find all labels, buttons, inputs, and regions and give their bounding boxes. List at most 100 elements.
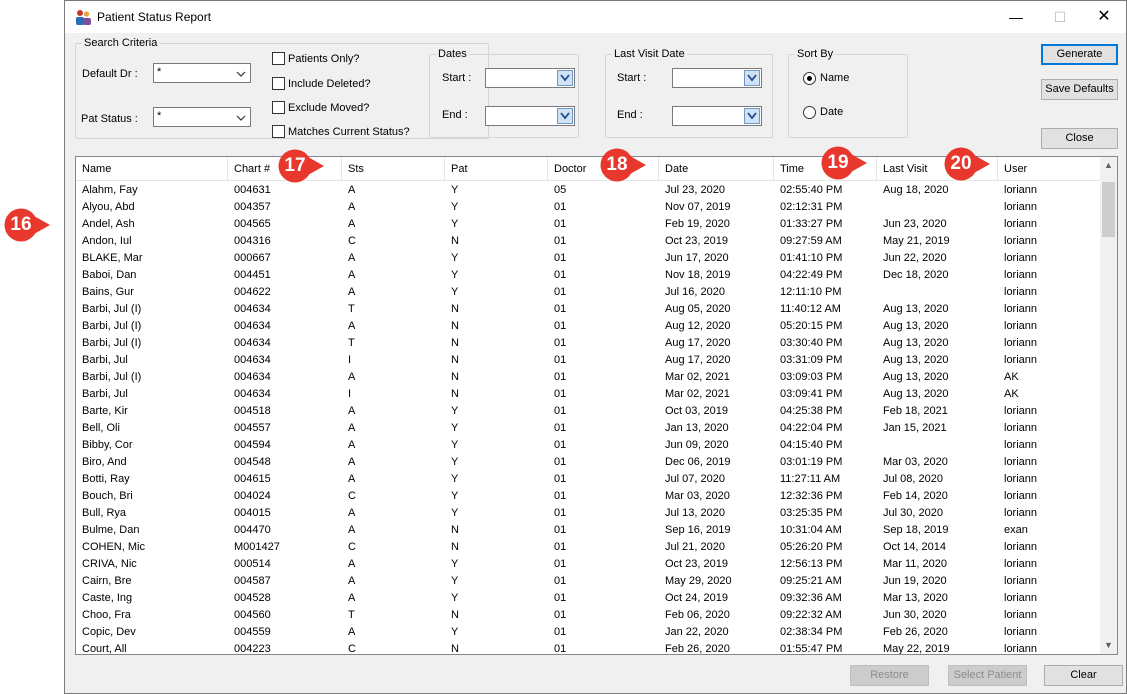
exclude-moved-checkbox[interactable] [272, 101, 285, 114]
callout-number: 19 [827, 152, 849, 173]
scrollbar-thumb[interactable] [1102, 182, 1115, 237]
table-row[interactable]: Copic, Dev 004559 A Y 01 Jan 22, 2020 02:38:34… [76, 624, 1102, 641]
table-row[interactable]: Court, All 004223 C N 01 Feb 26, 2020 01:55:47… [76, 641, 1102, 655]
cell-time: 04:25:38 PM [780, 405, 843, 417]
table-row[interactable]: Andon, Iul 004316 C N 01 Oct 23, 2019 09:27:59… [76, 233, 1102, 250]
cell-user: loriann [1004, 626, 1038, 638]
dates-group: Dates Start : End : [429, 48, 579, 138]
cell-pat: N [451, 337, 459, 349]
table-row[interactable]: Barbi, Jul (I) 004634 T N 01 Aug 17, 2020 03:3… [76, 335, 1102, 352]
table-row[interactable]: Barbi, Jul (I) 004634 A N 01 Aug 12, 2020 05:2… [76, 318, 1102, 335]
clear-button[interactable]: Clear [1044, 665, 1123, 686]
scroll-up-icon[interactable]: ▲ [1100, 157, 1117, 174]
table-row[interactable]: Bulme, Dan 004470 A N 01 Sep 16, 2019 10:31:04… [76, 522, 1102, 539]
last-visit-end-dropdown-button[interactable] [744, 108, 760, 124]
cell-chart: 004223 [234, 643, 271, 655]
table-row[interactable]: Caste, Ing 004528 A Y 01 Oct 24, 2019 09:32:36… [76, 590, 1102, 607]
cell-chart: 004634 [234, 303, 271, 315]
last-visit-group: Last Visit Date Start : End : [605, 48, 773, 138]
cell-user: loriann [1004, 354, 1038, 366]
cell-time: 05:20:15 PM [780, 320, 843, 332]
close-window-button[interactable]: ✕ [1082, 1, 1126, 33]
select-patient-button[interactable]: Select Patient [948, 665, 1027, 686]
restore-button[interactable]: Restore [850, 665, 929, 686]
default-dr-combo[interactable]: * [153, 63, 251, 83]
table-row[interactable]: BLAKE, Mar 000667 A Y 01 Jun 17, 2020 01:41:10… [76, 250, 1102, 267]
table-row[interactable]: Bains, Gur 004622 A Y 01 Jul 16, 2020 12:11:10… [76, 284, 1102, 301]
cell-chart: 004557 [234, 422, 271, 434]
cell-time: 01:55:47 PM [780, 643, 843, 655]
generate-button[interactable]: Generate [1041, 44, 1118, 65]
dates-end-dropdown-button[interactable] [557, 108, 573, 124]
column-header-pat[interactable]: Pat [445, 157, 548, 181]
cell-date: Nov 18, 2019 [665, 269, 731, 281]
sort-by-legend: Sort By [795, 48, 836, 60]
patients-only-checkbox[interactable] [272, 52, 285, 65]
dates-end-picker[interactable] [485, 106, 575, 126]
table-row[interactable]: Bibby, Cor 004594 A Y 01 Jun 09, 2020 04:15:40… [76, 437, 1102, 454]
cell-chart: 004528 [234, 592, 271, 604]
cell-sts: A [348, 456, 356, 468]
table-row[interactable]: Biro, And 004548 A Y 01 Dec 06, 2019 03:01:19 … [76, 454, 1102, 471]
save-defaults-button[interactable]: Save Defaults [1041, 79, 1118, 100]
column-header-date[interactable]: Date [659, 157, 774, 181]
table-row[interactable]: Andel, Ash 004565 A Y 01 Feb 19, 2020 01:33:27… [76, 216, 1102, 233]
table-row[interactable]: Botti, Ray 004615 A Y 01 Jul 07, 2020 11:27:11… [76, 471, 1102, 488]
table-row[interactable]: Barbi, Jul 004634 I N 01 Mar 02, 2021 03:09:41… [76, 386, 1102, 403]
table-row[interactable]: Barbi, Jul 004634 I N 01 Aug 17, 2020 03:31:09… [76, 352, 1102, 369]
last-visit-start-picker[interactable] [672, 68, 762, 88]
cell-user: loriann [1004, 405, 1038, 417]
matches-current-status-checkbox[interactable] [272, 125, 285, 138]
cell-user: loriann [1004, 575, 1038, 587]
table-row[interactable]: Barte, Kir 004518 A Y 01 Oct 03, 2019 04:25:38… [76, 403, 1102, 420]
minimize-button[interactable]: — [994, 1, 1038, 33]
chevron-down-icon [236, 71, 246, 77]
cell-user: loriann [1004, 303, 1038, 315]
cell-sts: T [348, 337, 355, 349]
table-row[interactable]: Barbi, Jul (I) 004634 T N 01 Aug 05, 2020 11:4… [76, 301, 1102, 318]
grid-rows: Alahm, Fay 004631 A Y 05 Jul 23, 2020 02:55:40… [76, 182, 1102, 655]
cell-last-visit: Jun 19, 2020 [883, 575, 947, 587]
column-header-name[interactable]: Name [76, 157, 228, 181]
cell-pat: Y [451, 286, 459, 298]
include-deleted-label: Include Deleted? [288, 78, 371, 90]
last-visit-start-dropdown-button[interactable] [744, 70, 760, 86]
cell-user: loriann [1004, 184, 1038, 196]
vertical-scrollbar[interactable]: ▲ ▼ [1100, 157, 1117, 654]
table-row[interactable]: Alahm, Fay 004631 A Y 05 Jul 23, 2020 02:55:40… [76, 182, 1102, 199]
search-criteria-group: Search Criteria Default Dr : * Pat Statu… [75, 37, 489, 139]
table-row[interactable]: Bull, Rya 004015 A Y 01 Jul 13, 2020 03:25:35 … [76, 505, 1102, 522]
cell-time: 02:55:40 PM [780, 184, 843, 196]
cell-sts: A [348, 558, 356, 570]
table-row[interactable]: Choo, Fra 004560 T N 01 Feb 06, 2020 09:22:32 … [76, 607, 1102, 624]
chevron-down-icon [747, 112, 757, 120]
last-visit-end-picker[interactable] [672, 106, 762, 126]
table-row[interactable]: Baboi, Dan 004451 A Y 01 Nov 18, 2019 04:22:49… [76, 267, 1102, 284]
sort-by-name-radio[interactable] [803, 72, 816, 85]
scroll-down-icon[interactable]: ▼ [1100, 637, 1117, 654]
cell-name: Cairn, Bre [82, 575, 132, 587]
cell-chart: 004615 [234, 473, 271, 485]
cell-doctor: 05 [554, 184, 567, 196]
pat-status-combo[interactable]: * [153, 107, 251, 127]
table-row[interactable]: CRIVA, Nic 000514 A Y 01 Oct 23, 2019 12:56:13… [76, 556, 1102, 573]
sort-by-date-radio[interactable] [803, 106, 816, 119]
close-button[interactable]: Close [1041, 128, 1118, 149]
last-visit-start-label: Start : [617, 72, 647, 84]
table-row[interactable]: COHEN, Mic M001427 C N 01 Jul 21, 2020 05:26:2… [76, 539, 1102, 556]
table-row[interactable]: Bouch, Bri 004024 C Y 01 Mar 03, 2020 12:32:36… [76, 488, 1102, 505]
dates-start-picker[interactable] [485, 68, 575, 88]
cell-user: loriann [1004, 558, 1038, 570]
table-row[interactable]: Bell, Oli 004557 A Y 01 Jan 13, 2020 04:22:04 … [76, 420, 1102, 437]
table-row[interactable]: Alyou, Abd 004357 A Y 01 Nov 07, 2019 02:12:31… [76, 199, 1102, 216]
include-deleted-checkbox[interactable] [272, 77, 285, 90]
cell-date: Nov 07, 2019 [665, 201, 731, 213]
table-row[interactable]: Barbi, Jul (I) 004634 A N 01 Mar 02, 2021 03:0… [76, 369, 1102, 386]
patient-status-grid[interactable]: Name Chart # Sts Pat Doctor Date Time La… [75, 156, 1118, 655]
maximize-button[interactable]: ☐ [1038, 1, 1082, 33]
cell-last-visit: May 22, 2019 [883, 643, 950, 655]
column-header-sts[interactable]: Sts [342, 157, 445, 181]
dates-start-dropdown-button[interactable] [557, 70, 573, 86]
table-row[interactable]: Cairn, Bre 004587 A Y 01 May 29, 2020 09:25:21… [76, 573, 1102, 590]
column-header-user[interactable]: User [998, 157, 1102, 181]
